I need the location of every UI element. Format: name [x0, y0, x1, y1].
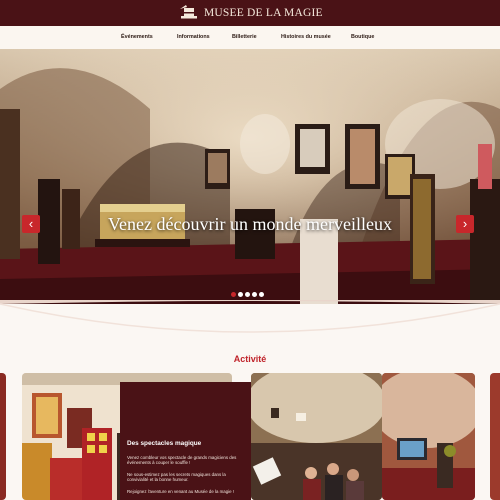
carousel-prev-button[interactable]: ‹ [22, 215, 40, 233]
activity-card-image-right[interactable] [382, 373, 475, 500]
chevron-left-icon: ‹ [28, 216, 34, 231]
carousel-dot-2[interactable] [238, 292, 243, 297]
magician-hat-icon[interactable] [178, 3, 200, 21]
nav-item-billetterie[interactable]: Billetterie [232, 34, 257, 40]
chevron-right-icon: › [462, 216, 468, 231]
nav-item-evenements[interactable]: Événements [121, 34, 153, 40]
activity-card-title: Des spectacles magique [127, 440, 202, 447]
activity-card-partial-left[interactable] [0, 373, 6, 500]
carousel-dot-5[interactable] [259, 292, 264, 297]
activity-photo-show-audience [251, 373, 382, 500]
hero-image-museum-cellar [0, 49, 500, 304]
activity-card-paragraph-3: Rejoignez l'aventure en venant au Musée … [127, 489, 235, 494]
nav-item-boutique[interactable]: Boutique [351, 34, 374, 40]
hero-title: Venez découvrir un monde merveilleux [108, 214, 392, 234]
nav-item-histoires[interactable]: Histoires du musée [281, 34, 331, 40]
carousel-dot-3[interactable] [245, 292, 250, 297]
main-nav: Événements Informations Billetterie Hist… [0, 26, 500, 50]
activity-section-title: Activité [233, 354, 267, 364]
carousel-dot-4[interactable] [252, 292, 257, 297]
activity-card-paragraph-2: Ne sous-estimez pas les secrets magiques… [127, 472, 226, 483]
carousel-dot-1[interactable] [231, 292, 236, 297]
activity-card-text-panel: Des spectacles magique Venez combleur vo… [120, 382, 251, 500]
carousel-next-button[interactable]: › [456, 215, 474, 233]
activity-card-paragraph-1: Venez combleur vos spectacle de grands m… [127, 455, 237, 466]
activity-card-partial-right[interactable] [490, 373, 500, 500]
top-header: MUSEE DE LA MAGIE [0, 0, 500, 26]
activity-card-photo-audience[interactable] [251, 373, 382, 500]
activity-carousel: Des spectacles magique Venez combleur vo… [0, 373, 500, 500]
nav-item-informations[interactable]: Informations [177, 34, 210, 40]
brand-name[interactable]: MUSEE DE LA MAGIE [204, 7, 323, 19]
activity-photo-vault-room [382, 373, 475, 500]
hero-carousel: Venez découvrir un monde merveilleux ‹ › [0, 49, 500, 304]
section-curve-divider [0, 300, 500, 333]
